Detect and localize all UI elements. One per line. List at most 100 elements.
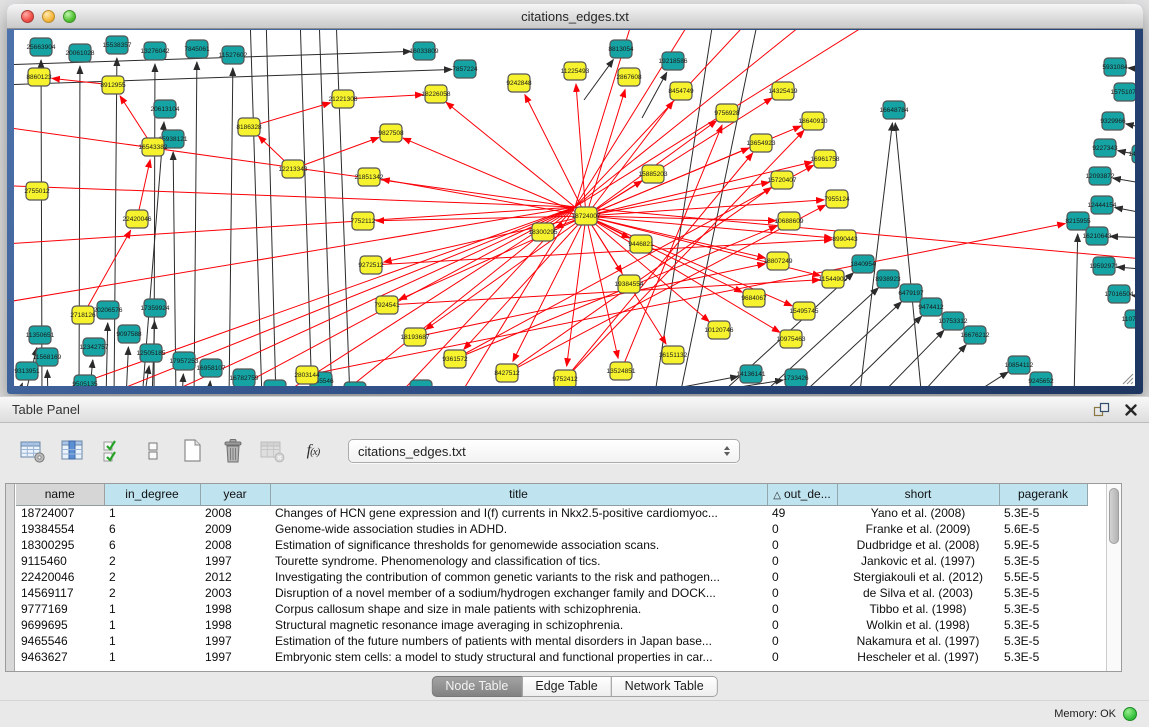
graph-edge[interactable] [614,376,738,386]
graph-edge[interactable] [525,95,586,216]
graph-edge[interactable] [1128,68,1135,70]
graph-node-label: 21851342 [355,174,384,181]
graph-node-label: 16648784 [880,107,909,114]
close-panel-icon[interactable] [1125,404,1137,416]
graph-node-label: 19592971 [1090,263,1119,270]
network-graph[interactable]: 2566390420061028155383571327604278450611… [14,30,1135,386]
traffic-lights [21,10,76,23]
table-row[interactable]: 946554611997Estimation of the future num… [16,633,1087,649]
cell-pagerank: 5.5E-5 [999,569,1087,585]
graph-edge[interactable] [455,165,814,359]
graph-edge[interactable] [1117,267,1135,270]
graph-node-label: 8860123 [26,74,52,81]
graph-edge[interactable] [586,98,772,216]
graph-node[interactable] [344,382,366,386]
cell-short: Wolkin et al. (1998) [837,617,999,633]
graph-edge[interactable] [14,185,575,207]
table-row[interactable]: 1456911722003Disruption of a novel membe… [16,585,1087,601]
resize-grip-icon[interactable] [1120,371,1134,385]
graph-edge[interactable] [567,216,586,366]
cell-in_degree: 1 [104,505,200,521]
scrollbar-thumb[interactable] [1109,488,1119,544]
minimize-window-button[interactable] [42,10,55,23]
column-header-out_degree[interactable]: △out_de... [767,484,837,505]
graph-edge[interactable] [47,370,48,386]
graph-edge[interactable] [266,30,276,386]
column-header-pagerank[interactable]: pagerank [999,484,1087,505]
tab-edge-table[interactable]: Edge Table [521,676,611,697]
table-row[interactable]: 946362711997Embryonic stem cells: a mode… [16,649,1087,665]
tab-network-table[interactable]: Network Table [611,676,718,697]
graph-node-label: 16033809 [410,48,439,55]
table-row[interactable]: 969969511998Structural magnetic resonanc… [16,617,1087,633]
graph-edge[interactable] [106,323,108,386]
table-row[interactable]: 1830029562008Estimation of significance … [16,537,1087,553]
graph-edge[interactable] [194,62,197,386]
close-window-button[interactable] [21,10,34,23]
graph-edge[interactable] [173,152,176,386]
graph-edge[interactable] [1113,178,1135,185]
graph-node-label: 20206576 [94,307,123,314]
table-row[interactable]: 2242004622012Investigating the contribut… [16,569,1087,585]
network-window-titlebar[interactable]: citations_edges.txt [7,4,1143,29]
table-vertical-scrollbar[interactable] [1106,484,1121,671]
column-header-name[interactable]: name [16,484,104,505]
delete-table-icon[interactable] [218,436,248,466]
cell-name: 9699695 [16,617,104,633]
graph-edge[interactable] [1126,124,1135,130]
column-header-short[interactable]: short [837,484,999,505]
graph-edge[interactable] [293,137,379,169]
cell-title: Estimation of the future numbers of pati… [270,633,767,649]
graph-edge[interactable] [14,207,575,245]
table-select-dropdown[interactable]: citations_edges.txt [348,439,740,463]
graph-edge[interactable] [426,216,586,329]
graph-edge[interactable] [1074,234,1078,386]
new-table-icon[interactable] [178,436,208,466]
table-row[interactable]: 977716911998Corpus callosum shape and si… [16,601,1087,617]
graph-edge[interactable] [876,330,944,386]
cell-name: 9463627 [16,649,104,665]
select-column-icon[interactable] [58,436,88,466]
graph-edge[interactable] [209,381,210,386]
graph-edge[interactable] [229,68,233,386]
column-header-year[interactable]: year [200,484,270,505]
graph-edge[interactable] [1110,236,1135,238]
graph-edge[interactable] [16,383,22,386]
table-row[interactable]: 911546021997Tourette syndrome. Phenomeno… [16,553,1087,569]
column-header-title[interactable]: title [270,484,767,505]
graph-edge[interactable] [464,216,586,349]
graph-edge[interactable] [586,216,618,358]
zoom-window-button[interactable] [63,10,76,23]
row-height-icon[interactable] [138,436,168,466]
tab-node-table[interactable]: Node Table [431,676,522,697]
float-panel-icon[interactable] [1093,402,1110,417]
column-header-in_degree[interactable]: in_degree [104,484,200,505]
graph-edge[interactable] [455,226,777,359]
graph-node-label: 9242848 [506,80,532,87]
graph-edge[interactable] [756,288,878,386]
graph-edge[interactable] [964,372,1008,386]
graph-edge[interactable] [584,60,613,100]
graph-edge[interactable] [659,380,783,386]
graph-edge[interactable] [1115,207,1135,215]
graph-edge[interactable] [14,207,575,305]
graph-edge[interactable] [319,30,332,386]
cell-name: 14569117 [16,585,104,601]
network-canvas[interactable]: 2566390420061028155383571327604278450611… [14,30,1135,386]
graph-edge[interactable] [586,216,780,332]
table-row[interactable]: 1872400712008Changes of HCN gene express… [16,505,1087,521]
network-window[interactable]: citations_edges.txt 25663904200610281553… [7,4,1143,394]
graph-edge[interactable] [182,374,183,386]
row-gutter [6,484,15,671]
table-settings-icon[interactable] [18,436,48,466]
graph-node-label: 11568169 [33,354,62,361]
graph-node-label: 16961758 [811,156,840,163]
graph-edge[interactable] [336,30,350,386]
graph-node-label: 1840954 [850,261,876,268]
select-rows-icon[interactable] [98,436,128,466]
table-row[interactable]: 1938455462009Genome-wide association stu… [16,521,1087,537]
cell-short: Stergiakouli et al. (2012) [837,569,999,585]
graph-edge[interactable] [79,66,80,386]
graph-edge[interactable] [250,30,262,386]
function-builder-icon[interactable]: f(x) [298,436,328,466]
